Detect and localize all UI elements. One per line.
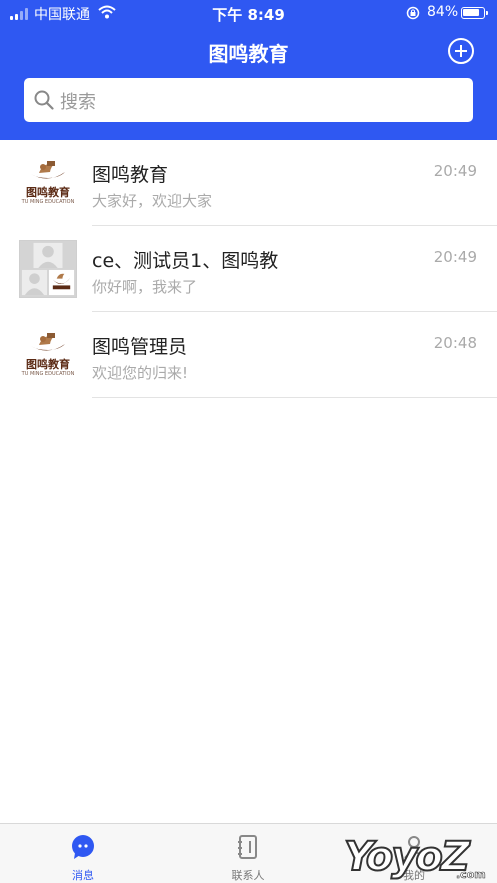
conversation-time: 20:49 <box>433 162 477 180</box>
search-icon <box>34 90 54 110</box>
chat-bubble-icon <box>72 835 94 859</box>
conversation-preview: 欢迎您的归来! <box>92 364 189 382</box>
search-input[interactable]: 搜索 <box>24 78 473 122</box>
logo-text: 图鸣教育 <box>26 186 70 199</box>
svg-text:YoyoZ: YoyoZ <box>344 834 471 880</box>
search-placeholder: 搜索 <box>60 92 96 113</box>
svg-text:.com: .com <box>456 868 486 881</box>
watermark-logo: YoyoZ .com <box>343 833 486 881</box>
battery-percent: 84% <box>427 4 459 20</box>
conversation-item[interactable]: 图鸣教育 TU MING EDUCATION 图鸣教育 20:49 大家好，欢迎… <box>0 140 497 226</box>
conversation-name: 图鸣教育 <box>92 164 169 186</box>
header: 图鸣教育 搜索 <box>0 26 497 140</box>
page-title: 图鸣教育 <box>208 42 289 66</box>
conversation-time: 20:48 <box>433 334 477 352</box>
conversation-preview: 大家好，欢迎大家 <box>92 192 213 210</box>
plus-circle-icon[interactable] <box>448 38 474 64</box>
tab-label: 消息 <box>72 869 94 882</box>
battery-icon <box>461 7 488 19</box>
tab-label: 联系人 <box>231 869 265 882</box>
contacts-book-icon <box>238 835 257 859</box>
boat-logo-icon <box>31 161 65 179</box>
conversation-name: 图鸣管理员 <box>92 336 188 358</box>
conversation-item[interactable]: 图鸣教育 TU MING EDUCATION 图鸣管理员 20:48 欢迎您的归… <box>0 312 497 398</box>
tab-messages[interactable]: 消息 <box>23 824 143 883</box>
logo-subtext: TU MING EDUCATION <box>21 371 75 377</box>
rotation-lock-icon <box>406 6 420 20</box>
status-bar: 中国联通 下午 8:49 84% <box>0 0 497 26</box>
conversation-time: 20:49 <box>433 248 477 266</box>
conversation-list: 图鸣教育 TU MING EDUCATION 图鸣教育 20:49 大家好，欢迎… <box>0 140 497 398</box>
battery-fill <box>463 9 479 16</box>
conversation-name: ce、测试员1、图鸣教 <box>92 250 279 272</box>
logo-text: 图鸣教育 <box>26 358 70 371</box>
avatar: 图鸣教育 TU MING EDUCATION <box>19 326 77 384</box>
boat-logo-icon <box>31 333 65 351</box>
group-people-icon <box>20 241 76 297</box>
status-time: 下午 8:49 <box>212 6 285 24</box>
divider <box>92 397 497 398</box>
logo-subtext: TU MING EDUCATION <box>21 199 75 205</box>
conversation-item[interactable]: ce、测试员1、图鸣教 20:49 你好啊，我来了 <box>0 226 497 312</box>
tab-contacts[interactable]: 联系人 <box>188 824 308 883</box>
conversation-preview: 你好啊，我来了 <box>92 278 198 296</box>
avatar: 图鸣教育 TU MING EDUCATION <box>19 154 77 212</box>
group-avatar <box>19 240 77 298</box>
